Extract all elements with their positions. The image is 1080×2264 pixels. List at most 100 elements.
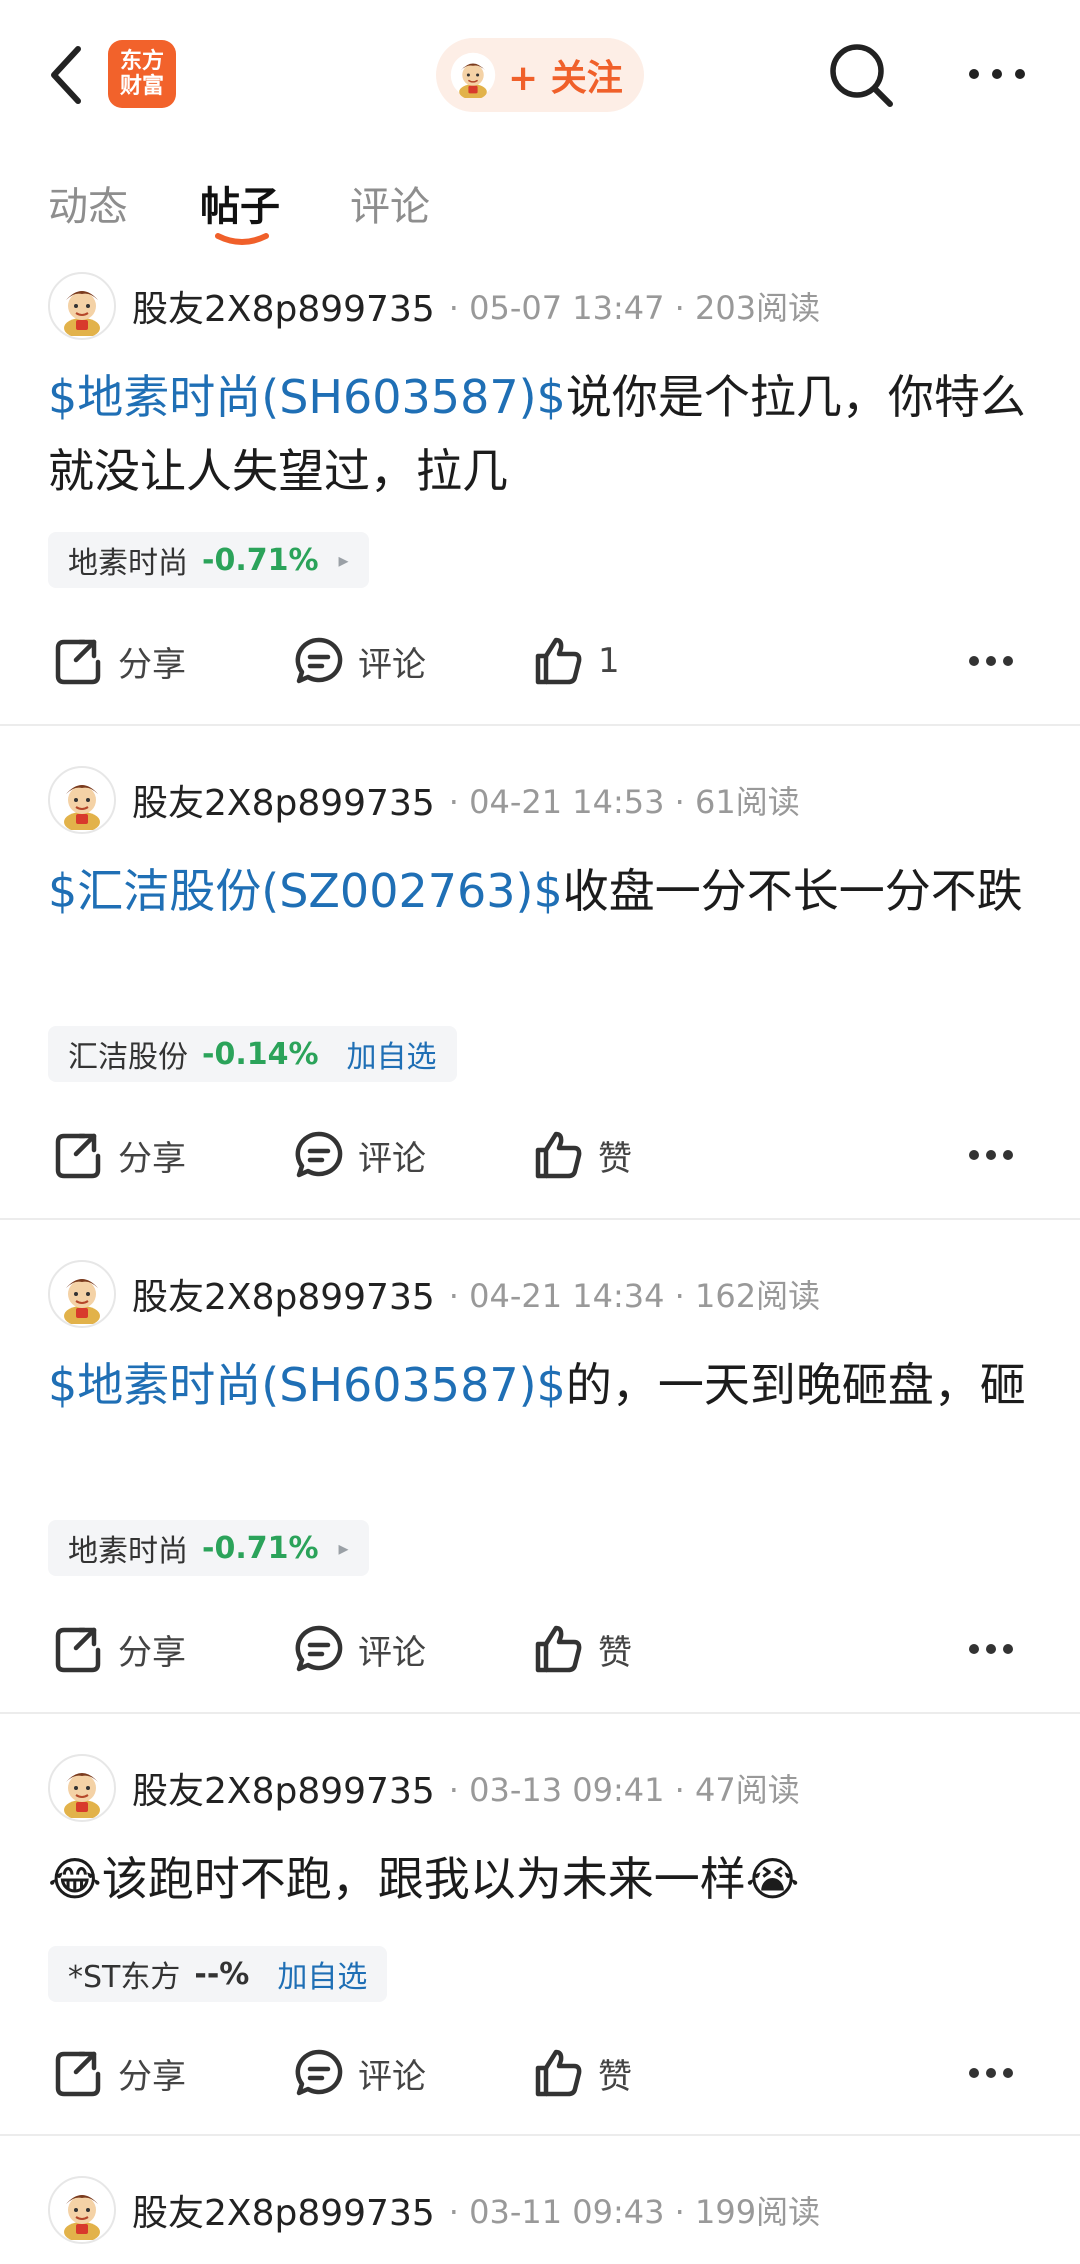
- username[interactable]: 股友2X8p899735: [132, 1762, 435, 1814]
- add-watchlist-button[interactable]: 加自选: [347, 1032, 437, 1076]
- active-tab-indicator: [215, 233, 269, 245]
- username[interactable]: 股友2X8p899735: [132, 774, 435, 826]
- like-icon: [534, 636, 584, 686]
- stock-chip[interactable]: 地素时尚 -0.71% ▸: [48, 532, 369, 588]
- tab-comments[interactable]: 评论: [350, 174, 430, 232]
- chip-stock-name: 汇洁股份: [68, 1040, 188, 1075]
- post-more-button[interactable]: [968, 2038, 1014, 2108]
- post-content: 该跑时不跑，跟我以为未来一样: [101, 1852, 746, 1906]
- tab-activity[interactable]: 动态: [48, 174, 128, 232]
- post-text[interactable]: 😂该跑时不跑，跟我以为未来一样😭: [48, 1842, 1028, 1916]
- like-button[interactable]: 赞: [534, 2038, 632, 2108]
- share-icon: [54, 2048, 104, 2098]
- post-header: 股友2X8p899735 · 04-21 14:34 · 162阅读: [48, 1256, 1048, 1332]
- crying-emoji-icon: 😭: [745, 1852, 800, 1906]
- username[interactable]: 股友2X8p899735: [132, 2184, 435, 2236]
- logo-line1: 东方: [119, 49, 164, 74]
- avatar-image: [52, 1758, 112, 1818]
- top-bar: 东方 财富 + 关注: [0, 0, 1080, 150]
- chip-change: --%: [194, 1956, 250, 1992]
- comment-label: 评论: [358, 644, 426, 685]
- username[interactable]: 股友2X8p899735: [132, 280, 435, 332]
- stock-link[interactable]: $地素时尚(SH603587)$: [48, 1358, 566, 1412]
- more-icon: [969, 2068, 1013, 2078]
- like-button[interactable]: 赞: [534, 1614, 632, 1684]
- logo-line2: 财富: [119, 74, 164, 99]
- post-card[interactable]: 股友2X8p899735 · 03-13 09:41 · 47阅读 😂该跑时不跑…: [0, 1742, 1080, 2136]
- like-button[interactable]: 赞: [534, 1120, 632, 1190]
- avatar[interactable]: [48, 1754, 116, 1822]
- post-meta: · 04-21 14:53 · 61阅读: [448, 783, 800, 821]
- back-button[interactable]: [38, 40, 94, 110]
- chip-stock-name: 地素时尚: [68, 1534, 188, 1569]
- comment-button[interactable]: 评论: [294, 626, 426, 696]
- post-text[interactable]: $地素时尚(SH603587)$的，一天到晚砸盘，砸: [48, 1348, 1028, 1422]
- like-icon: [534, 1130, 584, 1180]
- avatar-image: [52, 1264, 112, 1324]
- post-more-button[interactable]: [968, 1120, 1014, 1190]
- post-header: 股友2X8p899735 · 05-07 13:47 · 203阅读: [48, 268, 1048, 344]
- avatar-image: [52, 770, 112, 830]
- post-card[interactable]: 股友2X8p899735 · 05-07 13:47 · 203阅读 $地素时尚…: [0, 260, 1080, 726]
- post-content: 的，一天到晚砸盘，砸: [565, 1358, 1026, 1412]
- post-actions: 分享 评论 赞: [48, 1120, 1048, 1190]
- stock-chip[interactable]: 地素时尚 -0.71% ▸: [48, 1520, 369, 1576]
- post-card[interactable]: 股友2X8p899735 · 03-11 09:43 · 199阅读: [0, 2164, 1080, 2264]
- comment-button[interactable]: 评论: [294, 2038, 426, 2108]
- post-meta: · 03-13 09:41 · 47阅读: [448, 1771, 800, 1809]
- stock-chip[interactable]: 汇洁股份 -0.14% 加自选: [48, 1026, 457, 1082]
- post-header: 股友2X8p899735 · 04-21 14:53 · 61阅读: [48, 762, 1048, 838]
- tab-bar: 动态 帖子 评论: [0, 160, 1080, 260]
- app-logo[interactable]: 东方 财富: [108, 40, 176, 108]
- more-icon: [969, 1644, 1013, 1654]
- follow-button[interactable]: + 关注: [436, 38, 644, 112]
- share-button[interactable]: 分享: [54, 626, 186, 696]
- post-more-button[interactable]: [968, 626, 1014, 696]
- share-icon: [54, 636, 104, 686]
- stock-link[interactable]: $地素时尚(SH603587)$: [48, 370, 566, 424]
- chip-arrow-icon: ▸: [338, 548, 349, 572]
- more-icon: [969, 69, 1025, 79]
- comment-label: 评论: [358, 2056, 426, 2097]
- add-watchlist-button[interactable]: 加自选: [277, 1952, 367, 1996]
- comment-icon: [294, 2048, 344, 2098]
- post-actions: 分享 评论 1: [48, 626, 1048, 696]
- like-count: 1: [598, 641, 620, 681]
- search-button[interactable]: [826, 40, 896, 110]
- avatar[interactable]: [48, 272, 116, 340]
- avatar[interactable]: [48, 1260, 116, 1328]
- like-button[interactable]: 1: [534, 626, 620, 696]
- avatar[interactable]: [48, 766, 116, 834]
- stock-link[interactable]: $汇洁股份(SZ002763)$: [48, 864, 563, 918]
- avatar: [450, 52, 496, 98]
- stock-chip[interactable]: *ST东方 --% 加自选: [48, 1946, 388, 2002]
- follow-label: + 关注: [508, 58, 623, 99]
- more-icon: [969, 1150, 1013, 1160]
- post-meta: · 03-11 09:43 · 199阅读: [448, 2193, 821, 2231]
- post-more-button[interactable]: [968, 1614, 1014, 1684]
- username[interactable]: 股友2X8p899735: [132, 1268, 435, 1320]
- avatar-image: [52, 276, 112, 336]
- more-button[interactable]: [962, 44, 1032, 104]
- post-text[interactable]: $汇洁股份(SZ002763)$收盘一分不长一分不跌: [48, 854, 1028, 928]
- avatar[interactable]: [48, 2176, 116, 2244]
- chip-change: -0.71%: [202, 1530, 319, 1566]
- post-card[interactable]: 股友2X8p899735 · 04-21 14:34 · 162阅读 $地素时尚…: [0, 1248, 1080, 1714]
- comment-button[interactable]: 评论: [294, 1614, 426, 1684]
- share-button[interactable]: 分享: [54, 1614, 186, 1684]
- comment-icon: [294, 1624, 344, 1674]
- comment-icon: [294, 1130, 344, 1180]
- like-label: 赞: [598, 1632, 632, 1673]
- share-button[interactable]: 分享: [54, 1120, 186, 1190]
- share-button[interactable]: 分享: [54, 2038, 186, 2108]
- comment-label: 评论: [358, 1138, 426, 1179]
- like-icon: [534, 2048, 584, 2098]
- post-content: 收盘一分不长一分不跌: [562, 864, 1023, 918]
- tab-posts[interactable]: 帖子: [200, 174, 280, 232]
- comment-button[interactable]: 评论: [294, 1120, 426, 1190]
- avatar-image: [52, 2180, 112, 2240]
- post-text[interactable]: $地素时尚(SH603587)$说你是个拉几，你特么就没让人失望过，拉几: [48, 360, 1028, 508]
- share-icon: [54, 1130, 104, 1180]
- post-card[interactable]: 股友2X8p899735 · 04-21 14:53 · 61阅读 $汇洁股份(…: [0, 754, 1080, 1220]
- post-meta: · 04-21 14:34 · 162阅读: [448, 1277, 821, 1315]
